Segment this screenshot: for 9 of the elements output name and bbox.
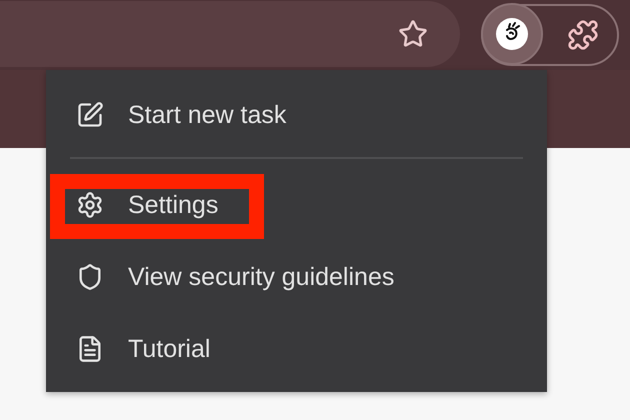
pen-square-icon <box>76 101 104 129</box>
menu-item[interactable]: Tutorial <box>46 334 210 364</box>
menu-item[interactable]: Settings <box>46 190 218 220</box>
settings-icon <box>76 191 104 219</box>
menu-item[interactable]: Start new task <box>46 100 286 130</box>
star-icon[interactable] <box>398 19 428 49</box>
puzzle-icon[interactable] <box>567 19 599 51</box>
menu-item[interactable]: View security guidelines <box>46 262 394 292</box>
hand-logo-icon <box>496 18 528 50</box>
